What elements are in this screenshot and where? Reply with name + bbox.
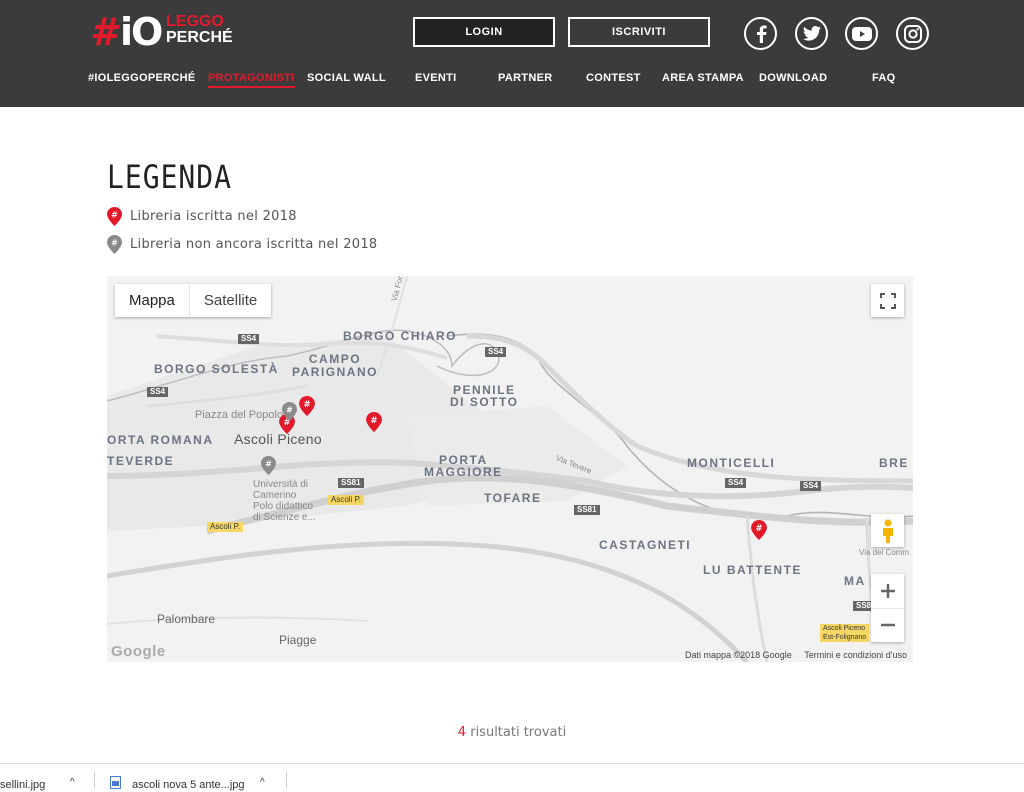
nav-item-social-wall[interactable]: SOCIAL WALL [307,72,386,84]
road-shield-ss4: SS4 [238,334,260,344]
map-label-castagneti: CASTAGNETI [599,538,692,552]
svg-text:#: # [370,415,377,425]
map-label-tofare: TOFARE [484,491,542,505]
results-number: 4 [457,725,467,740]
download-item-2[interactable]: ascoli nova 5 ante...jpg [132,779,245,791]
map-label-via-del-comm: Via del Comm [859,548,910,557]
map-label-ma: MA [844,574,866,588]
logo-io: iO [120,10,163,54]
map-label-borgo-solesta: BORGO SOLESTÀ [154,362,279,376]
map-label-bre: BRE [879,456,909,470]
legend-enrolled: # Libreria iscritta nel 2018 [107,206,297,226]
road-shield-ss4: SS4 [725,478,747,488]
pegman-icon[interactable] [871,514,904,547]
logo-perche: PERCHÉ [166,29,233,46]
map-attribution: Dati mappa ©2018 Google Termini e condiz… [675,650,907,660]
instagram-icon[interactable] [896,17,929,50]
nav-item-ioleggoperche[interactable]: #IOLEGGOPERCHÉ [88,72,196,84]
signup-button[interactable]: ISCRIVITI [568,17,710,47]
login-button[interactable]: LOGIN [413,17,555,47]
map-label-lu-battente: LU BATTENTE [703,563,802,577]
svg-text:#: # [111,238,118,247]
svg-text:#: # [755,523,762,533]
legend-not-enrolled-label: Libreria non ancora iscritta nel 2018 [130,236,378,252]
map-label-borgo-chiaro: BORGO CHIARO [343,329,457,343]
zoom-out-icon[interactable] [871,609,904,643]
zoom-in-icon[interactable] [871,574,904,609]
map-label-universita: Università di Camerino Polo didattico di… [253,479,316,523]
map-terms-link[interactable]: Termini e condizioni d'uso [804,650,907,660]
svg-text:#: # [265,460,272,469]
map-data-credit: Dati mappa ©2018 Google [685,650,792,660]
download-item-1[interactable]: sellini.jpg [0,779,45,791]
road-shield-ascoli-est: Ascoli Piceno Est-Folignano [820,624,870,642]
red-pin-icon[interactable]: # [751,520,767,540]
map-label-piagge: Piagge [279,633,317,647]
road-shield-ss4: SS4 [147,387,169,397]
svg-text:#: # [286,406,293,415]
zoom-control [871,574,904,642]
map-label-campo-parignano: CAMPO PARIGNANO [292,352,378,379]
site-header: # iO LEGGO PERCHÉ LOGIN ISCRIVITI #IOLEG… [0,0,1024,107]
chevron-up-icon[interactable]: ^ [260,777,265,788]
map-canvas[interactable]: Mappa Satellite BORGO CHIARO CAMPO PARIG… [107,276,913,662]
map-label-piazza: Piazza del Popolo [195,409,284,421]
svg-text:#: # [303,399,310,409]
map-label-pennile: PENNILE DI SOTTO [450,383,519,409]
red-pin-icon: # [107,206,122,226]
nav-item-eventi[interactable]: EVENTI [415,72,457,84]
svg-text:#: # [111,210,118,219]
red-pin-icon[interactable]: # [299,396,315,416]
red-pin-icon[interactable]: # [366,412,382,432]
logo-leggo: LEGGO [166,13,224,30]
road-shield-ss4: SS4 [485,347,507,357]
road-shield-ascoli: Ascoli P. [207,522,244,532]
road-shield-ss4: SS4 [800,481,822,491]
twitter-icon[interactable] [795,17,828,50]
map-type-satellite[interactable]: Satellite [190,284,271,317]
map-label-orta-romana: ORTA ROMANA [107,433,214,447]
map-type-control: Mappa Satellite [115,284,272,317]
map-label-porta-maggiore: PORTA MAGGIORE [424,453,503,479]
map-roads [107,276,913,662]
fullscreen-icon[interactable] [871,284,904,317]
map-label-palombare: Palombare [157,612,216,626]
map-type-mappa[interactable]: Mappa [115,284,190,317]
nav-item-protagonisti[interactable]: PROTAGONISTI [208,72,295,88]
map-label-teverde: TEVERDE [107,454,175,468]
chevron-up-icon[interactable]: ^ [70,777,75,788]
road-shield-ss81: SS81 [338,478,364,488]
grey-pin-icon[interactable]: # [282,402,297,421]
map-label-monticelli: MONTICELLI [687,456,776,470]
legend-not-enrolled: # Libreria non ancora iscritta nel 2018 [107,234,378,254]
file-icon [110,776,121,792]
legend-enrolled-label: Libreria iscritta nel 2018 [130,208,297,224]
nav-item-download[interactable]: DOWNLOAD [759,72,827,84]
nav-item-faq[interactable]: FAQ [872,72,896,84]
grey-pin-icon: # [107,234,122,254]
grey-pin-icon[interactable]: # [261,456,276,475]
legend-title: LEGENDA [107,158,233,196]
road-shield-ss81: SS81 [574,505,600,515]
youtube-icon[interactable] [845,17,878,50]
nav-item-contest[interactable]: CONTEST [586,72,641,84]
brand-logo[interactable]: # iO LEGGO PERCHÉ [90,10,233,54]
results-label: risultati trovati [470,725,567,740]
facebook-icon[interactable] [744,17,777,50]
google-logo[interactable]: Google [111,643,166,660]
nav-item-partner[interactable]: PARTNER [498,72,552,84]
results-count: 4 risultati trovati [0,725,1024,740]
logo-hash: # [90,10,117,54]
road-shield-ascoli: Ascoli P. [328,495,365,505]
download-bar: sellini.jpg ^ ascoli nova 5 ante...jpg ^ [0,763,1024,791]
nav-item-area-stampa[interactable]: AREA STAMPA [662,72,744,84]
map-label-ascoli: Ascoli Piceno [234,431,322,447]
